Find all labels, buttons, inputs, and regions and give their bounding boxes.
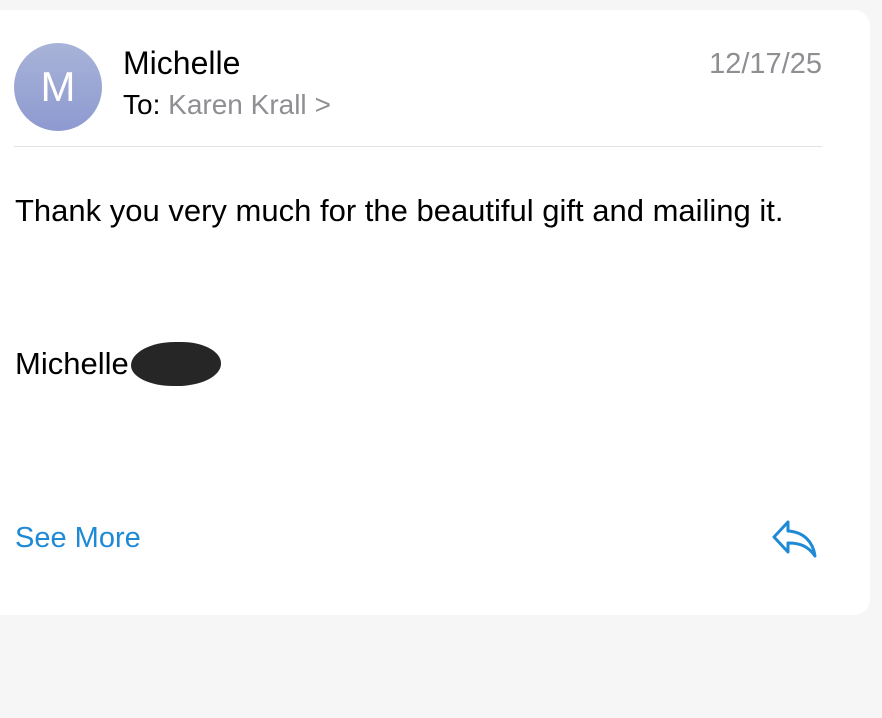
header-divider [14, 146, 822, 147]
signature: Michelle [15, 342, 221, 386]
message-card: M Michelle To: Karen Krall > 12/17/25 Tha… [0, 10, 870, 615]
recipient-line[interactable]: To: Karen Krall > [123, 89, 331, 121]
avatar-initial: M [40, 63, 76, 110]
message-body: Thank you very much for the beautiful gi… [15, 193, 784, 228]
reply-button[interactable] [770, 518, 818, 562]
chevron-right-icon: > [314, 89, 332, 120]
sender-name[interactable]: Michelle [123, 45, 240, 82]
signature-name: Michelle [15, 346, 129, 381]
recipient-name[interactable]: Karen Krall [168, 89, 307, 120]
reply-icon [772, 520, 817, 558]
message-date: 12/17/25 [709, 48, 822, 80]
sender-avatar: M [14, 43, 102, 131]
see-more-link[interactable]: See More [15, 522, 141, 555]
to-label: To: [123, 89, 161, 120]
redaction-mark [130, 342, 221, 386]
